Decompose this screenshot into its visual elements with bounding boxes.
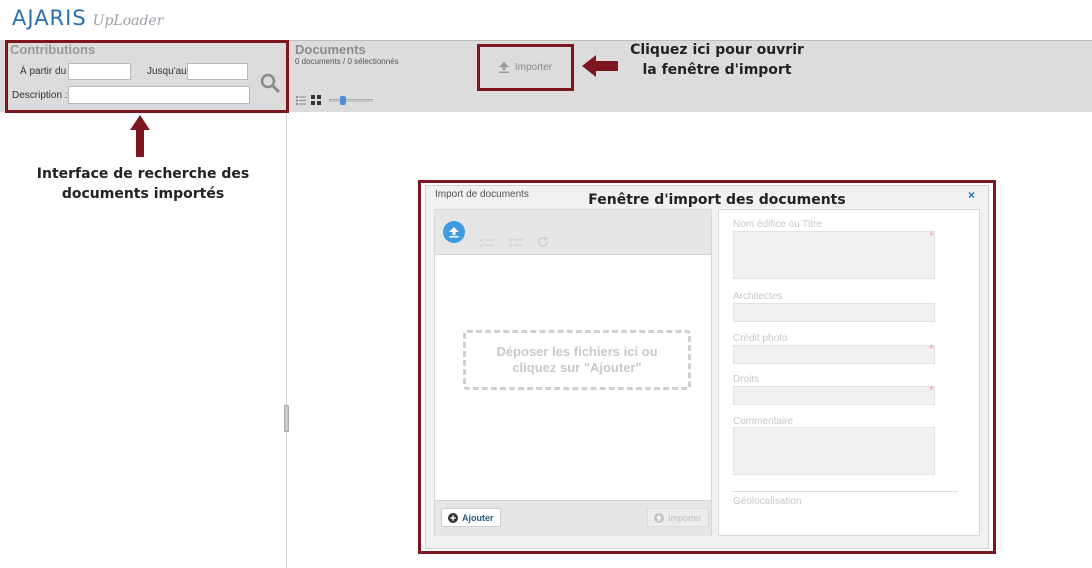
brand-name: AJARIS	[12, 6, 87, 30]
search-hint-text: Interface de recherche des documents imp…	[36, 166, 250, 202]
import-hint-text: Cliquez ici pour ouvrir la fenêtre d'imp…	[630, 42, 804, 78]
import-highlight-box	[477, 44, 574, 91]
arrow-up-icon	[130, 115, 150, 160]
list-view-icon[interactable]	[296, 95, 306, 105]
zoom-slider-track[interactable]	[329, 99, 373, 102]
window-highlight-box	[418, 180, 996, 554]
zoom-slider-handle[interactable]	[340, 96, 346, 105]
grid-view-icon[interactable]	[311, 95, 321, 105]
documents-title: Documents	[295, 42, 366, 57]
product-name: UpLoader	[92, 13, 164, 29]
search-highlight-box	[5, 40, 289, 113]
panel-splitter[interactable]	[284, 405, 289, 432]
documents-count: 0 documents / 0 sélectionnés	[295, 57, 399, 66]
app-logo: AJARIS UpLoader	[12, 6, 163, 36]
